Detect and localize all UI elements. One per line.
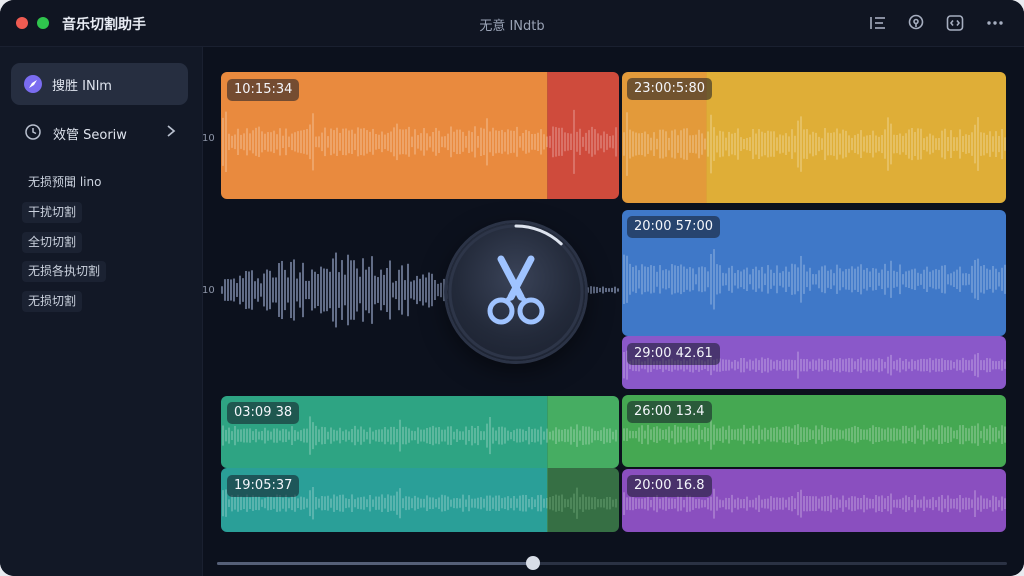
more-icon[interactable] xyxy=(985,13,1005,33)
sidebar-item-active[interactable]: 搜胜 INlm xyxy=(11,63,188,105)
app-window: 音乐切割助手 无意 INdtb 搜胜 INlm 效管 Seoriw 无损预聞 l… xyxy=(0,0,1024,576)
clip-4[interactable]: 29:00 42.61 xyxy=(622,336,1006,389)
clip-time-label: 23:00:5:80 xyxy=(627,78,713,100)
sidebar-chip-5[interactable]: 无损切割 xyxy=(22,291,83,312)
scissors-icon xyxy=(477,253,555,331)
location-pin-icon[interactable] xyxy=(906,13,926,33)
clip-6[interactable]: 19:05:37 xyxy=(221,468,619,532)
clip-time-label: 26:00 13.4 xyxy=(627,401,712,423)
clip-2[interactable]: 23:00:5:80 xyxy=(622,72,1006,203)
clip-time-label: 20:00 57:00 xyxy=(627,216,721,238)
chevron-right-icon xyxy=(164,123,178,139)
cut-button[interactable] xyxy=(447,223,585,361)
clip-3[interactable]: 20:00 57:00 xyxy=(622,210,1006,336)
title-bar: 音乐切割助手 无意 INdtb xyxy=(0,0,1024,47)
sidebar-item-settings[interactable]: 效管 Seoriw xyxy=(12,115,188,151)
clip-7[interactable]: 26:00 13.4 xyxy=(622,395,1006,467)
clip-time-label: 20:00 16.8 xyxy=(627,475,712,497)
clip-5[interactable]: 03:09 38 xyxy=(221,396,619,468)
axis-label: 10 xyxy=(202,133,215,144)
sidebar-chip-2[interactable]: 干扰切割 xyxy=(22,202,83,223)
clip-8[interactable]: 20:00 16.8 xyxy=(622,469,1006,532)
compass-icon xyxy=(24,75,42,93)
clip-time-label: 29:00 42.61 xyxy=(627,343,720,365)
axis-label: 10 xyxy=(202,285,215,296)
clip-1[interactable]: 10:15:34 xyxy=(221,72,619,199)
clip-time-label: 10:15:34 xyxy=(227,79,300,101)
scrubber-progress xyxy=(217,562,533,565)
code-icon[interactable] xyxy=(945,13,965,33)
timeline-scrubber[interactable] xyxy=(217,556,1007,570)
sidebar-chip-3[interactable]: 全切切割 xyxy=(22,232,83,253)
list-icon[interactable] xyxy=(868,13,888,33)
sidebar-chip-1[interactable]: 无损预聞 lino xyxy=(22,172,107,193)
sidebar: 搜胜 INlm 效管 Seoriw 无损预聞 lino 干扰切割 全切切割 无损… xyxy=(0,47,203,576)
sidebar-item-label: 搜胜 INlm xyxy=(52,79,112,94)
sidebar-item-label: 效管 Seoriw xyxy=(53,128,127,143)
playhead-knob[interactable] xyxy=(526,556,540,570)
clock-icon xyxy=(24,123,42,141)
clip-time-label: 03:09 38 xyxy=(227,402,300,424)
sidebar-chip-4[interactable]: 无损各执切割 xyxy=(22,261,107,282)
clip-time-label: 19:05:37 xyxy=(227,475,300,497)
